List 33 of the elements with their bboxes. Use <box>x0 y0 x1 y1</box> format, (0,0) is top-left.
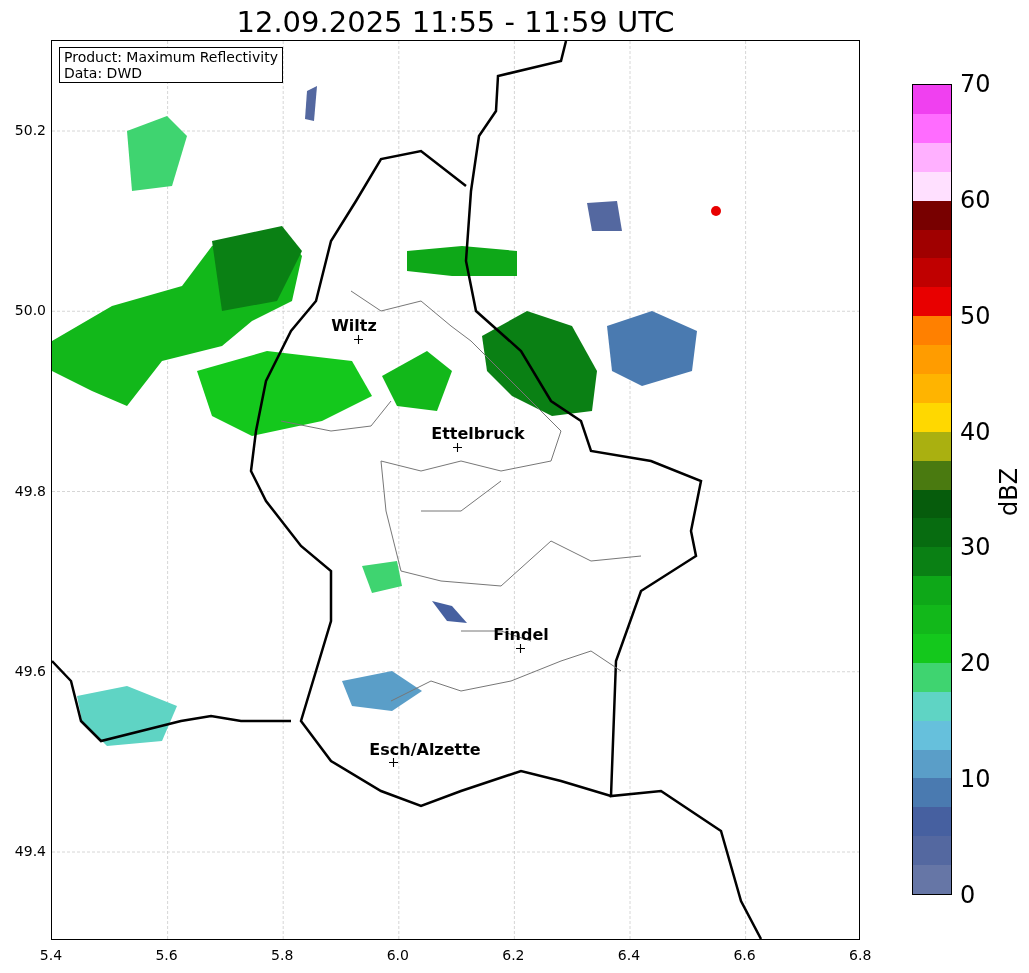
y-tick-label: 49.4 <box>14 843 46 859</box>
city-label: Wiltz <box>331 318 377 334</box>
city-marker-icon <box>389 758 398 767</box>
info-text: Product: Maximum Reflectivity <box>64 49 278 65</box>
x-tick-label: 6.2 <box>502 947 525 963</box>
colorbar-tick-label: 50 <box>960 301 991 330</box>
y-tick-label: 49.8 <box>14 482 46 499</box>
chart-title: 12.09.2025 11:55 - 11:59 UTC <box>235 4 676 40</box>
colorbar-label: dBZ <box>995 467 1024 517</box>
x-tick-label: 6.6 <box>733 947 756 963</box>
city-label: Ettelbruck <box>431 426 525 442</box>
x-tick-label: 6.4 <box>617 947 641 963</box>
colorbar-tick-label: 30 <box>960 533 991 562</box>
info-text: Data: DWD <box>64 65 143 81</box>
colorbar-tick-label: 60 <box>960 185 991 214</box>
colorbar-tick-label: 40 <box>960 417 991 446</box>
x-tick-label: 6.0 <box>386 947 409 963</box>
x-tick-label: 5.4 <box>39 947 63 963</box>
colorbar-tick-label: 0 <box>960 881 976 909</box>
colorbar-tick-label: 10 <box>960 765 991 794</box>
x-tick-label: 5.6 <box>155 947 178 963</box>
city-marker-icon <box>453 443 462 452</box>
city-marker-icon <box>354 335 363 344</box>
city-label: Esch/Alzette <box>369 742 481 758</box>
x-tick-label: 6.8 <box>849 947 872 963</box>
y-tick-label: 50.0 <box>14 302 46 319</box>
x-tick-label: 5.8 <box>271 947 294 963</box>
city-label: Findel <box>493 627 549 643</box>
colorbar-tick-label: 70 <box>960 70 991 98</box>
colorbar-tick-label: 20 <box>960 649 991 678</box>
y-tick-label: 50.2 <box>14 122 46 138</box>
y-tick-label: 49.6 <box>14 662 46 679</box>
city-marker-icon <box>516 644 525 653</box>
